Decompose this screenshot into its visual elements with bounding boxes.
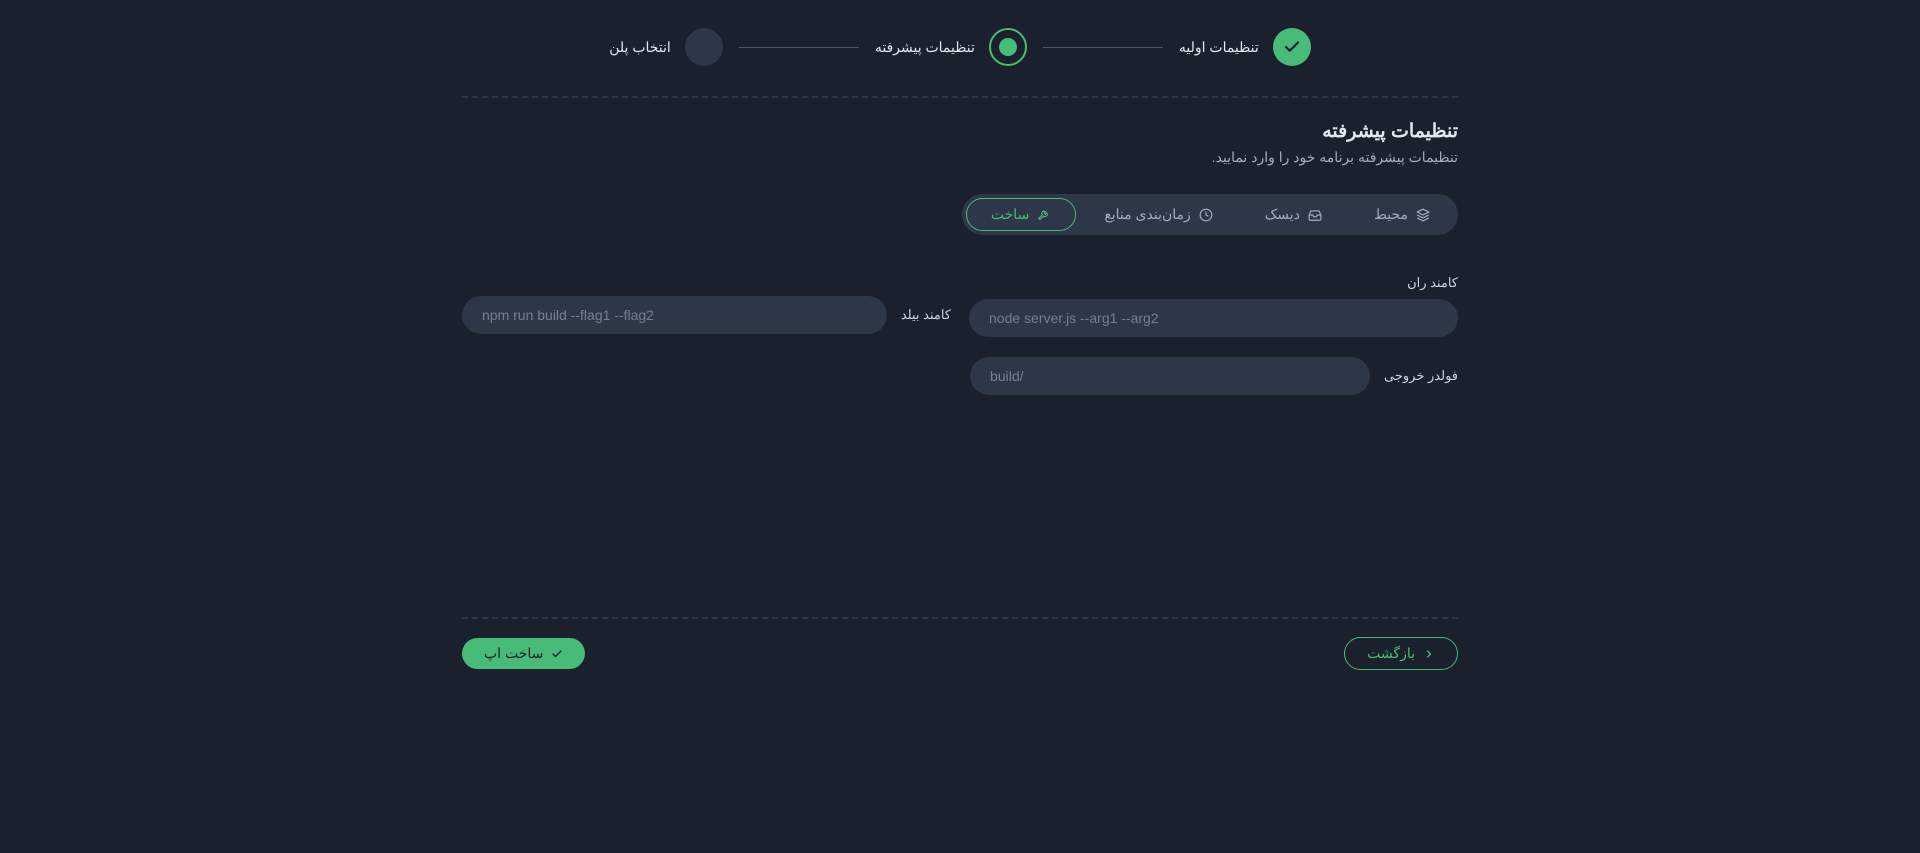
wrench-icon — [1037, 208, 1051, 222]
step-connector — [739, 47, 859, 48]
step-connector — [1043, 47, 1163, 48]
step-circle-pending — [685, 28, 723, 66]
build-command-label: کامند بیلد — [901, 307, 951, 323]
step-circle-completed — [1273, 28, 1311, 66]
step-label: تنظیمات اولیه — [1179, 39, 1259, 56]
tab-env[interactable]: محیط — [1350, 199, 1454, 230]
output-folder-input[interactable] — [970, 357, 1370, 395]
tab-label: زمان‌بندی منابع — [1104, 206, 1190, 223]
step-plan-selection: انتخاب پلن — [609, 28, 723, 66]
tab-label: محیط — [1374, 206, 1408, 223]
step-label: تنظیمات پیشرفته — [875, 39, 975, 56]
run-command-label: کامند ران — [969, 275, 1458, 291]
tabs: محیط دیسک زمان‌بندی منابع ساخت — [962, 194, 1458, 235]
form-area: کامند ران کامند بیلد فولدر خروجی — [462, 275, 1458, 395]
stepper: تنظیمات اولیه تنظیمات پیشرفته انتخاب پلن — [462, 28, 1458, 66]
clock-icon — [1199, 208, 1213, 222]
build-command-input[interactable] — [462, 296, 887, 334]
stack-icon — [1416, 208, 1430, 222]
submit-button-label: ساخت اپ — [484, 645, 543, 662]
tab-label: دیسک — [1265, 206, 1300, 223]
step-initial-settings: تنظیمات اولیه — [1179, 28, 1311, 66]
check-icon — [1283, 38, 1301, 56]
step-advanced-settings: تنظیمات پیشرفته — [875, 28, 1027, 66]
submit-button[interactable]: ساخت اپ — [462, 638, 585, 669]
tab-disk[interactable]: دیسک — [1241, 199, 1346, 230]
step-label: انتخاب پلن — [609, 39, 671, 56]
check-icon — [551, 648, 563, 660]
tab-label: ساخت — [991, 206, 1029, 223]
run-command-input[interactable] — [969, 299, 1458, 337]
back-button-label: بازگشت — [1367, 645, 1415, 662]
chevron-right-icon — [1423, 648, 1435, 660]
tab-build[interactable]: ساخت — [966, 198, 1076, 231]
divider — [462, 617, 1458, 619]
step-circle-active — [989, 28, 1027, 66]
back-button[interactable]: بازگشت — [1344, 637, 1458, 670]
inbox-icon — [1308, 208, 1322, 222]
footer-actions: بازگشت ساخت اپ — [462, 637, 1458, 670]
section-subtitle: تنظیمات پیشرفته برنامه خود را وارد نمایی… — [462, 149, 1458, 166]
tab-cron[interactable]: زمان‌بندی منابع — [1080, 199, 1236, 230]
section-title: تنظیمات پیشرفته — [462, 120, 1458, 143]
divider — [462, 96, 1458, 98]
output-folder-label: فولدر خروجی — [1384, 368, 1458, 384]
